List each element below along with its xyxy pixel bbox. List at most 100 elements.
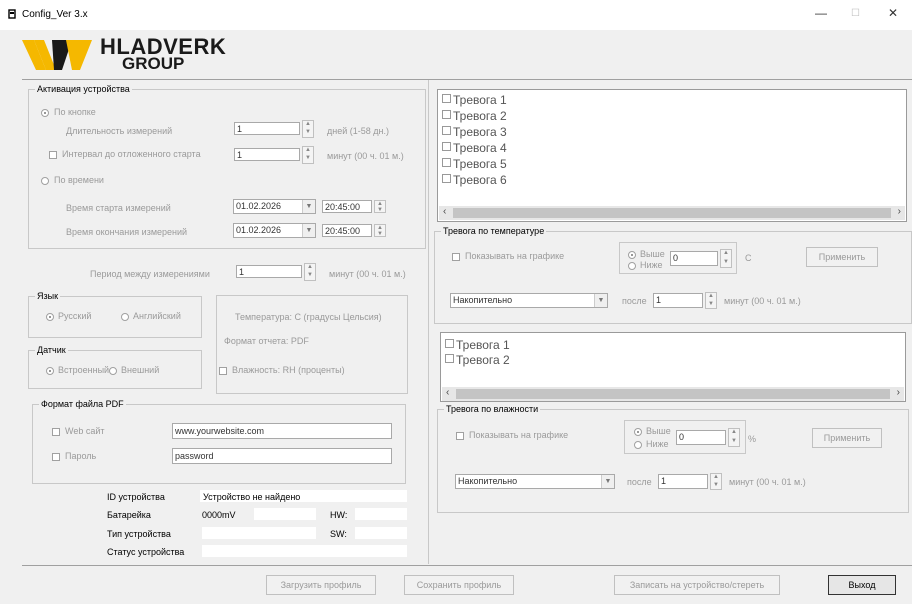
chevron-down-icon: ▼ <box>302 224 315 237</box>
battery-extra-field <box>254 508 316 520</box>
radio-english[interactable] <box>121 313 129 321</box>
password-input[interactable]: password <box>172 448 392 464</box>
hum-show-chart-label: Показывать на графике <box>469 430 569 440</box>
radio-hum-below[interactable] <box>634 441 642 449</box>
app-icon <box>8 9 16 19</box>
password-checkbox[interactable] <box>52 453 60 461</box>
end-time-spinner[interactable]: ▲ ▼ <box>374 224 386 237</box>
list-item[interactable]: Тревога 2 <box>442 109 507 123</box>
hum-mode-value: Накопительно <box>458 476 518 486</box>
language-legend: Язык <box>37 291 59 301</box>
temperature-alarm-list[interactable]: Тревога 1 Тревога 2 Тревога 3 Тревога 4 … <box>437 89 907 222</box>
start-time-spinner[interactable]: ▲ ▼ <box>374 200 386 213</box>
internal-sensor-label: Встроенный <box>58 365 110 375</box>
report-format-text: Формат отчета: PDF <box>224 336 309 346</box>
start-date-value: 01.02.2026 <box>236 201 282 211</box>
load-profile-button[interactable]: Загрузить профиль <box>266 575 376 595</box>
start-time-input[interactable]: 20:45:00 <box>322 200 372 213</box>
save-profile-button[interactable]: Сохранить профиль <box>404 575 514 595</box>
temp-after-spinner[interactable]: ▲ ▼ <box>705 292 717 309</box>
humidity-unit-text: Влажность: RH (проценты) <box>232 365 345 375</box>
external-sensor-label: Внешний <box>121 365 160 375</box>
period-input[interactable]: 1 <box>236 265 302 278</box>
list-item[interactable]: Тревога 2 <box>445 353 510 367</box>
scrollbar-thumb[interactable] <box>456 389 890 399</box>
period-spinner[interactable]: ▲ ▼ <box>304 263 316 281</box>
device-type-field <box>202 527 316 539</box>
chevron-down-icon: ▼ <box>594 294 607 307</box>
horizontal-scrollbar[interactable]: ‹ › <box>439 206 905 220</box>
end-time-input[interactable]: 20:45:00 <box>322 224 372 237</box>
hum-threshold-input[interactable]: 0 <box>676 430 726 445</box>
temp-threshold-input[interactable]: 0 <box>670 251 718 266</box>
delay-input[interactable]: 1 <box>234 148 300 161</box>
humidity-checkbox[interactable] <box>219 367 227 375</box>
device-status-label: Статус устройства <box>107 547 185 557</box>
checkbox-icon <box>442 158 451 167</box>
temp-threshold-spinner[interactable]: ▲ ▼ <box>720 249 732 268</box>
chevron-down-icon: ▼ <box>601 475 614 488</box>
hum-apply-button[interactable]: Применить <box>812 428 882 448</box>
hum-show-chart-checkbox[interactable] <box>456 432 464 440</box>
scroll-left-icon[interactable]: ‹ <box>446 387 449 398</box>
temp-below-label: Ниже <box>640 260 663 270</box>
temp-show-chart-checkbox[interactable] <box>452 253 460 261</box>
radio-by-time[interactable] <box>41 177 49 185</box>
hw-label: HW: <box>330 510 348 520</box>
hum-threshold-spinner[interactable]: ▲ ▼ <box>728 428 740 447</box>
list-item[interactable]: Тревога 4 <box>442 141 507 155</box>
logo-mark-icon <box>22 40 92 70</box>
delay-checkbox[interactable] <box>49 151 57 159</box>
temp-after-input[interactable]: 1 <box>653 293 703 308</box>
hum-mode-select[interactable]: Накопительно ▼ <box>455 474 615 489</box>
exit-button[interactable]: Выход <box>828 575 896 595</box>
radio-external-sensor[interactable] <box>109 367 117 375</box>
duration-spinner[interactable]: ▲ ▼ <box>302 120 314 138</box>
radio-hum-above[interactable] <box>634 428 642 436</box>
write-device-button[interactable]: Записать на устройство/стереть <box>614 575 780 595</box>
website-input[interactable]: www.yourwebsite.com <box>172 423 392 439</box>
pdf-group: Формат файла PDF <box>32 399 406 484</box>
vertical-divider <box>428 80 429 564</box>
maximize-button[interactable]: ☐ <box>851 8 860 19</box>
website-checkbox[interactable] <box>52 428 60 436</box>
list-item[interactable]: Тревога 6 <box>442 173 507 187</box>
temp-mode-select[interactable]: Накопительно ▼ <box>450 293 608 308</box>
list-item[interactable]: Тревога 3 <box>442 125 507 139</box>
close-button[interactable]: ✕ <box>888 6 898 20</box>
humidity-alarm-list[interactable]: Тревога 1 Тревога 2 ‹ › <box>440 332 906 402</box>
list-item[interactable]: Тревога 1 <box>442 93 507 107</box>
hum-after-spinner[interactable]: ▲ ▼ <box>710 473 722 490</box>
scroll-right-icon[interactable]: › <box>897 387 900 398</box>
delay-spinner[interactable]: ▲ ▼ <box>302 146 314 164</box>
by-button-label: По кнопке <box>54 107 96 117</box>
scroll-right-icon[interactable]: › <box>898 206 901 217</box>
hum-after-label: после <box>627 477 652 487</box>
device-status-field <box>202 545 407 557</box>
window-title: Config_Ver 3.x <box>22 9 88 20</box>
minimize-button[interactable]: — <box>815 6 827 20</box>
checkbox-icon <box>442 174 451 183</box>
list-item-label: Тревога 2 <box>453 109 507 123</box>
temp-apply-button[interactable]: Применить <box>806 247 878 267</box>
duration-input[interactable]: 1 <box>234 122 300 135</box>
list-item-label: Тревога 3 <box>453 125 507 139</box>
radio-internal-sensor[interactable] <box>46 367 54 375</box>
scroll-left-icon[interactable]: ‹ <box>443 206 446 217</box>
list-item[interactable]: Тревога 1 <box>445 338 510 352</box>
radio-russian[interactable] <box>46 313 54 321</box>
sw-value-field <box>355 527 407 539</box>
radio-temp-above[interactable] <box>628 251 636 259</box>
temp-after-label: после <box>622 296 647 306</box>
radio-by-button[interactable] <box>41 109 49 117</box>
list-item[interactable]: Тревога 5 <box>442 157 507 171</box>
scrollbar-thumb[interactable] <box>453 208 891 218</box>
english-label: Английский <box>133 311 181 321</box>
horizontal-scrollbar[interactable]: ‹ › <box>442 387 904 401</box>
end-date-picker[interactable]: 01.02.2026 ▼ <box>233 223 316 238</box>
temperature-unit-text: Температура: C (градусы Цельсия) <box>235 312 382 322</box>
hum-after-input[interactable]: 1 <box>658 474 708 489</box>
device-type-label: Тип устройства <box>107 529 171 539</box>
start-date-picker[interactable]: 01.02.2026 ▼ <box>233 199 316 214</box>
radio-temp-below[interactable] <box>628 262 636 270</box>
